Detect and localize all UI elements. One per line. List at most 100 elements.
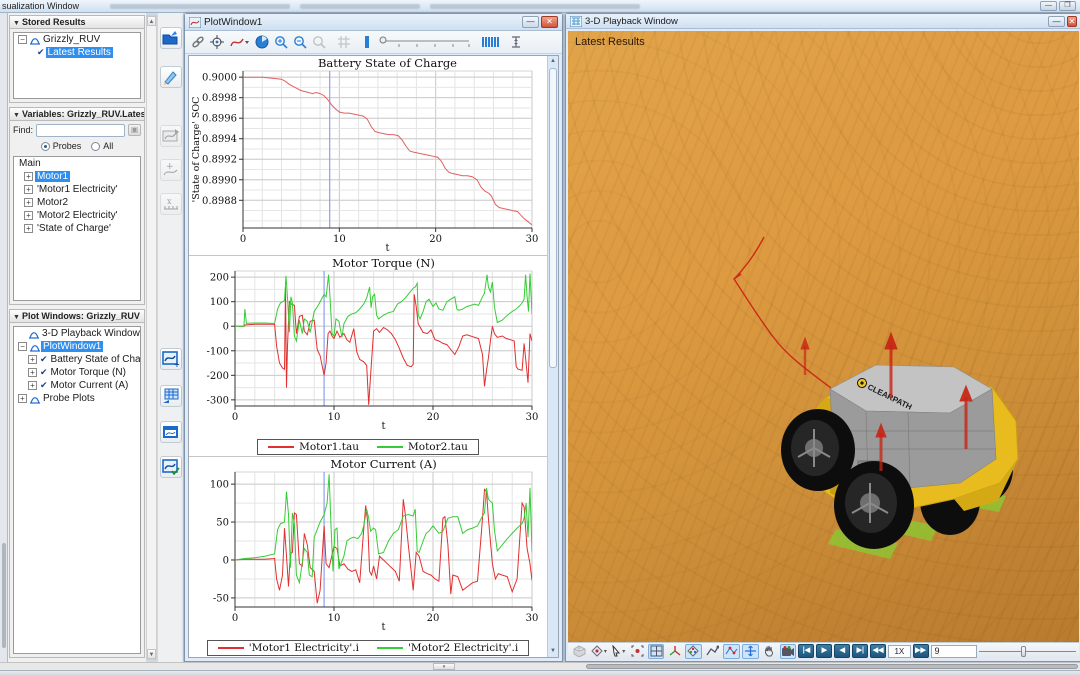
hand-icon[interactable]	[761, 644, 778, 659]
collapse-expander-icon[interactable]: −	[18, 35, 27, 44]
x-axis-button[interactable]: x	[160, 193, 182, 215]
tree-item-battery-soc[interactable]: +✔Battery State of Charge	[14, 353, 140, 366]
collapse-expander-icon[interactable]: −	[18, 342, 27, 351]
plot-window-title-bar[interactable]: PlotWindow1 — ✕	[185, 14, 562, 31]
tree-item-motor2[interactable]: +Motor2	[14, 196, 140, 209]
expand-icon[interactable]: +	[28, 368, 37, 377]
zoom-extents-icon[interactable]	[629, 644, 646, 659]
scroll-up-icon[interactable]: ▲	[548, 56, 558, 67]
pan-icon[interactable]	[255, 33, 269, 51]
trace-path-icon[interactable]	[704, 644, 721, 659]
grid-toggle-icon[interactable]	[337, 33, 351, 51]
tree-item-motor-torque[interactable]: +✔Motor Torque (N)	[14, 366, 140, 379]
tree-item-state-of-charge[interactable]: +'State of Charge'	[14, 222, 140, 235]
motor-current-chart[interactable]: 100500-500102030tMotor Current (A)	[189, 457, 547, 638]
tree-item-motor1-electricity[interactable]: +'Motor1 Electricity'	[14, 183, 140, 196]
motor-torque-chart[interactable]: 2001000-100-200-3000102030tMotor Torque …	[189, 256, 547, 437]
expand-icon[interactable]: +	[24, 172, 33, 181]
battery-soc-chart[interactable]: 0.90000.89980.89960.89940.89920.89900.89…	[189, 56, 547, 259]
curve-style-icon[interactable]	[230, 33, 250, 51]
expand-icon[interactable]: +	[24, 185, 33, 194]
probe-crosshair-icon[interactable]	[210, 33, 225, 51]
curve-nodes-icon[interactable]	[723, 644, 740, 659]
speed-display[interactable]: 1X	[888, 645, 910, 658]
plot-curve-icon	[29, 35, 41, 45]
plot-windows-header[interactable]: ▼Plot Windows: Grizzly_RUV	[10, 310, 144, 323]
model-3d-icon[interactable]	[571, 644, 588, 659]
tree-item-motor-current[interactable]: +✔Motor Current (A)	[14, 379, 140, 392]
edit-annotations-button[interactable]	[160, 66, 182, 88]
scroll-down-icon[interactable]: ▼	[548, 646, 558, 657]
camera-icon[interactable]	[685, 644, 702, 659]
tree-item-3d-playback[interactable]: 3-D Playback Window	[14, 327, 140, 340]
skip-start-button[interactable]: |◀	[798, 644, 814, 658]
time-slider[interactable]	[979, 645, 1077, 658]
tree-item-motor2-electricity[interactable]: +'Motor2 Electricity'	[14, 209, 140, 222]
plot-minimize-button[interactable]: —	[522, 16, 539, 28]
svg-text:100: 100	[210, 480, 229, 491]
expand-icon[interactable]: +	[24, 224, 33, 233]
left-dock-strip[interactable]	[0, 13, 8, 662]
plot-vertical-scrollbar[interactable]: ▲ ▼	[547, 56, 558, 657]
playback-close-button[interactable]: ✕	[1067, 16, 1077, 27]
expand-icon[interactable]: +	[18, 394, 27, 403]
select-cursor-icon[interactable]	[610, 644, 627, 659]
scroll-down-icon[interactable]: ▼	[147, 649, 156, 659]
skip-end-button[interactable]: ▶|	[852, 644, 868, 658]
stored-results-header[interactable]: ▼Stored Results	[10, 16, 144, 29]
find-clear-icon[interactable]: ▣	[128, 124, 141, 136]
link-probe-icon[interactable]	[191, 33, 205, 51]
faster-button[interactable]: ▶▶	[913, 644, 929, 658]
scroll-up-icon[interactable]: ▲	[147, 16, 156, 26]
tree-item-latest-results[interactable]: ✔ Latest Results	[14, 46, 140, 59]
save-plot-button[interactable]	[160, 125, 182, 147]
plot-banner-button[interactable]	[160, 421, 182, 443]
tree-item-probe-plots[interactable]: + Probe Plots	[14, 392, 140, 405]
expand-icon[interactable]: +	[28, 381, 37, 390]
zoom-out-icon[interactable]	[293, 33, 307, 51]
find-input[interactable]	[36, 124, 125, 137]
play-backward-button[interactable]: ◀	[834, 644, 850, 658]
add-curve-button[interactable]: +	[160, 159, 182, 181]
splitter-collapse-button[interactable]: ▾	[433, 663, 455, 670]
record-movie-icon[interactable]	[780, 644, 797, 659]
cursor-bar-icon[interactable]	[362, 33, 372, 51]
expand-icon[interactable]: +	[24, 211, 33, 220]
play-button[interactable]: ▶	[816, 644, 832, 658]
frame-input[interactable]	[931, 645, 977, 658]
show-results-button[interactable]	[160, 27, 182, 49]
scrollbar-thumb[interactable]	[549, 68, 557, 368]
time-slider[interactable]	[377, 33, 473, 51]
slider-thumb[interactable]	[1021, 646, 1026, 657]
axes-icon[interactable]	[666, 644, 683, 659]
move-cross-icon[interactable]	[742, 644, 759, 659]
app-restore-button[interactable]: ❐	[1059, 1, 1076, 11]
playback-viewport[interactable]: Latest Results	[568, 31, 1079, 644]
axis-range-icon[interactable]	[509, 33, 523, 51]
tree-item-plotwindow1[interactable]: − PlotWindow1	[14, 340, 140, 353]
export-table-button[interactable]	[160, 385, 182, 407]
radio-probes[interactable]: Probes	[41, 141, 82, 151]
tree-item-grizzly-ruv[interactable]: − Grizzly_RUV	[14, 33, 140, 46]
new-plot-window-button[interactable]: +	[160, 348, 182, 370]
grid-toggle-icon[interactable]	[648, 644, 665, 659]
expand-icon[interactable]: +	[28, 355, 37, 364]
mdi-horizontal-scrollbar[interactable]: ▾	[0, 662, 1080, 670]
slower-button[interactable]: ◀◀	[870, 644, 886, 658]
tree-item-motor1[interactable]: +Motor1	[14, 170, 140, 183]
app-minimize-button[interactable]: —	[1040, 1, 1057, 11]
radio-all[interactable]: All	[91, 141, 113, 151]
zoom-in-icon[interactable]	[274, 33, 288, 51]
scrollbar-thumb[interactable]	[586, 664, 1078, 669]
playback-minimize-button[interactable]: —	[1048, 16, 1065, 27]
variables-header[interactable]: ▼Variables: Grizzly_RUV.Latest Results	[10, 108, 144, 121]
left-panel-scrollbar[interactable]: ▲ ▼	[146, 15, 157, 660]
zoom-reset-icon[interactable]	[312, 33, 326, 51]
camera-view-icon[interactable]	[590, 644, 608, 659]
expand-icon[interactable]: +	[24, 198, 33, 207]
tree-item-main[interactable]: Main	[14, 157, 140, 170]
animation-frames-icon[interactable]	[482, 33, 500, 51]
playback-title-bar[interactable]: 3-D Playback Window — ✕	[566, 14, 1080, 29]
apply-plot-button[interactable]	[160, 456, 182, 478]
plot-close-button[interactable]: ✕	[541, 16, 558, 28]
